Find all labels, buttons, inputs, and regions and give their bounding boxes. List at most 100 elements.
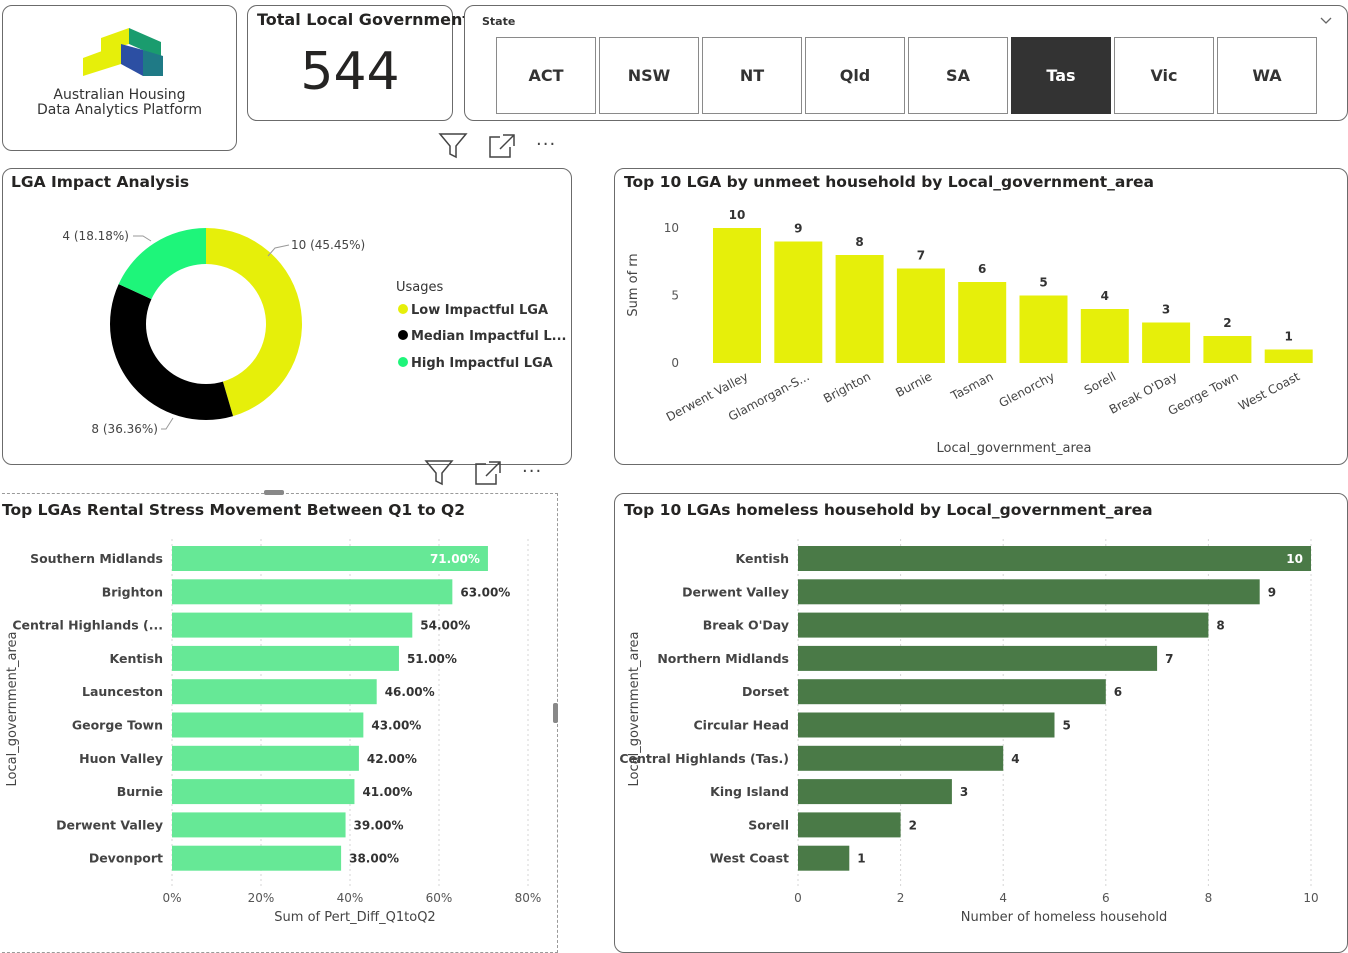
focus-mode-icon[interactable] bbox=[474, 460, 502, 486]
bar[interactable] bbox=[798, 645, 1158, 671]
donut-slice[interactable] bbox=[118, 228, 206, 300]
legend-marker bbox=[398, 304, 408, 314]
slicer-option-tas[interactable]: Tas bbox=[1011, 37, 1111, 114]
slicer-option-nt[interactable]: NT bbox=[702, 37, 802, 114]
column-bar[interactable] bbox=[1080, 309, 1129, 363]
bar[interactable] bbox=[798, 546, 1311, 571]
kpi-title: Total Local Government bbox=[257, 10, 471, 29]
column-bar[interactable] bbox=[1019, 295, 1068, 364]
data-label: 46.00% bbox=[385, 685, 435, 699]
logo-card: Australian Housing Data Analytics Platfo… bbox=[2, 5, 237, 151]
data-label: 42.00% bbox=[367, 752, 417, 766]
legend-item[interactable]: High Impactful LGA bbox=[411, 356, 553, 371]
y-tick-label: Break O'Day bbox=[703, 618, 789, 633]
resize-handle[interactable] bbox=[264, 490, 284, 495]
homeless-bar-chart: Local_government_area Number of homeless… bbox=[619, 539, 1319, 925]
bar[interactable] bbox=[172, 612, 413, 638]
filter-icon[interactable] bbox=[438, 132, 468, 160]
x-tick-label: 2 bbox=[897, 891, 905, 905]
chevron-down-icon[interactable] bbox=[1320, 17, 1332, 25]
bar[interactable] bbox=[172, 679, 377, 705]
y-axis-title: Sum of rn bbox=[626, 253, 641, 316]
slicer-option-vic[interactable]: Vic bbox=[1114, 37, 1214, 114]
data-label: 10 bbox=[729, 208, 746, 222]
column-bar[interactable] bbox=[1264, 349, 1313, 364]
bar[interactable] bbox=[172, 779, 355, 805]
bar[interactable] bbox=[172, 579, 453, 605]
x-axis-title: Sum of Pert_Diff_Q1toQ2 bbox=[274, 910, 435, 925]
x-tick-label: West Coast bbox=[1236, 369, 1302, 413]
bar[interactable] bbox=[798, 845, 850, 871]
data-label: 7 bbox=[1165, 652, 1173, 666]
y-tick-label: 0 bbox=[671, 356, 679, 370]
donut-slice[interactable] bbox=[109, 284, 234, 420]
column-bar[interactable] bbox=[835, 255, 884, 363]
x-tick-label: 80% bbox=[515, 891, 542, 905]
unmeet-chart-card: Top 10 LGA by unmeet household by Local_… bbox=[614, 168, 1348, 465]
y-tick-label: Northern Midlands bbox=[657, 651, 789, 666]
slicer-option-nsw[interactable]: NSW bbox=[599, 37, 699, 114]
filter-icon[interactable] bbox=[424, 459, 454, 487]
slicer-title: State bbox=[482, 15, 516, 28]
bar[interactable] bbox=[172, 645, 399, 671]
slicer-option-act[interactable]: ACT bbox=[496, 37, 596, 114]
y-tick-label: West Coast bbox=[710, 851, 789, 866]
y-tick-label: Burnie bbox=[117, 784, 163, 799]
data-label: 5 bbox=[1063, 719, 1071, 733]
column-bar[interactable] bbox=[896, 268, 945, 364]
bar[interactable] bbox=[798, 812, 901, 838]
bar[interactable] bbox=[798, 779, 952, 805]
slicer-option-qld[interactable]: Qld bbox=[805, 37, 905, 114]
slicer-option-wa[interactable]: WA bbox=[1217, 37, 1317, 114]
y-tick-label: 10 bbox=[664, 221, 679, 235]
bar[interactable] bbox=[172, 812, 346, 838]
data-label: 9 bbox=[794, 222, 802, 236]
bar[interactable] bbox=[798, 679, 1106, 705]
y-tick-label: Kentish bbox=[110, 651, 163, 666]
more-options-icon[interactable]: ··· bbox=[536, 134, 556, 155]
y-tick-label: Central Highlands (Tas.) bbox=[619, 751, 789, 766]
bar[interactable] bbox=[172, 745, 359, 771]
logo-text-line2: Data Analytics Platform bbox=[37, 102, 202, 118]
x-axis-title: Local_government_area bbox=[937, 441, 1092, 456]
data-label: 3 bbox=[1162, 303, 1170, 317]
data-label: 1 bbox=[1285, 330, 1293, 344]
slicer-option-sa[interactable]: SA bbox=[908, 37, 1008, 114]
homeless-chart-card: Top 10 LGAs homeless household by Local_… bbox=[614, 493, 1348, 953]
more-options-icon[interactable]: ··· bbox=[522, 461, 542, 482]
resize-handle[interactable] bbox=[553, 703, 558, 723]
column-bar[interactable] bbox=[958, 282, 1007, 363]
x-tick-label: George Town bbox=[1166, 369, 1241, 418]
data-label: 63.00% bbox=[460, 585, 510, 599]
legend-item[interactable]: Median Impactful L... bbox=[411, 329, 566, 344]
column-bar[interactable] bbox=[774, 241, 823, 364]
bar[interactable] bbox=[798, 745, 1004, 771]
donut-chart: 10 (45.45%) 8 (36.36%) 4 (18.18%) Usages… bbox=[62, 228, 566, 436]
bar[interactable] bbox=[798, 612, 1209, 638]
column-bar[interactable] bbox=[1203, 336, 1252, 363]
data-label: 9 bbox=[1268, 585, 1276, 599]
leader-line bbox=[133, 235, 152, 242]
data-label: 4 bbox=[1101, 289, 1109, 303]
bar[interactable] bbox=[172, 845, 342, 871]
unmeet-column-chart: Sum of rn Local_government_area 051010De… bbox=[626, 208, 1313, 456]
x-tick-label: Brighton bbox=[821, 369, 873, 405]
y-tick-label: Launceston bbox=[82, 684, 163, 699]
data-label: 8 bbox=[1216, 619, 1224, 633]
kpi-card: Total Local Government 544 bbox=[247, 5, 470, 121]
ahdap-logo-icon bbox=[83, 28, 163, 76]
focus-mode-icon[interactable] bbox=[488, 133, 516, 159]
donut-data-label: 10 (45.45%) bbox=[291, 238, 365, 252]
bar[interactable] bbox=[798, 579, 1260, 605]
y-tick-label: Sorell bbox=[748, 817, 789, 832]
logo-text-line1: Australian Housing bbox=[53, 87, 186, 103]
bar[interactable] bbox=[798, 712, 1055, 738]
legend-title: Usages bbox=[396, 280, 444, 295]
legend-item[interactable]: Low Impactful LGA bbox=[411, 303, 548, 318]
y-tick-label: Southern Midlands bbox=[30, 551, 163, 566]
column-bar[interactable] bbox=[713, 228, 761, 363]
column-bar[interactable] bbox=[1142, 322, 1191, 364]
kpi-value: 544 bbox=[300, 42, 400, 102]
data-label: 43.00% bbox=[371, 719, 421, 733]
bar[interactable] bbox=[172, 712, 364, 738]
